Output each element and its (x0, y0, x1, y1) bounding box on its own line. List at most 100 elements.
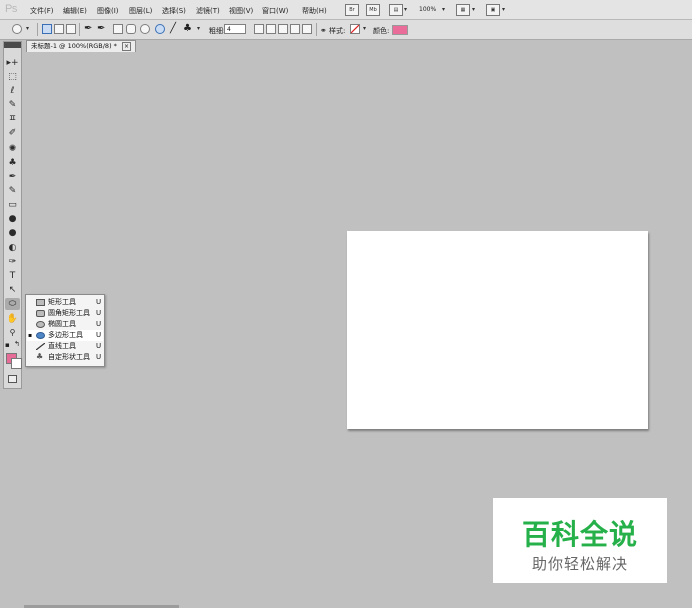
flyout-item-custom-shape[interactable]: ♣ 自定形状工具 U (27, 352, 103, 363)
flyout-item-label: 圆角矩形工具 (48, 309, 90, 317)
menu-help[interactable]: 帮助(H) (302, 6, 327, 16)
dodge-tool-icon[interactable]: ◐ (5, 242, 20, 254)
menu-window[interactable]: 窗口(W) (262, 6, 288, 16)
separator (316, 23, 317, 36)
close-icon[interactable]: × (122, 41, 131, 51)
zoom-tool-icon[interactable]: ⚲ (5, 327, 20, 339)
color-label: 颜色: (373, 27, 390, 35)
line-icon[interactable]: ╱ (170, 23, 176, 34)
background-color-swatch[interactable] (11, 358, 22, 369)
separator (79, 23, 80, 36)
menu-layer[interactable]: 图层(L) (129, 6, 152, 16)
chevron-down-icon[interactable]: ▾ (472, 6, 475, 13)
ps-logo: Ps (5, 3, 17, 15)
gradient-tool-icon[interactable]: ● (5, 213, 20, 225)
healing-brush-tool-icon[interactable]: ✺ (5, 143, 20, 155)
menu-select[interactable]: 选择(S) (162, 6, 186, 16)
eraser-tool-icon[interactable]: ▭ (5, 199, 20, 211)
clone-stamp-tool-icon[interactable]: ✒ (5, 171, 20, 183)
shortcut-key: U (96, 309, 102, 317)
menu-view[interactable]: 视图(V) (229, 6, 253, 16)
toolbox-grip[interactable] (4, 42, 21, 48)
add-mode-icon[interactable] (266, 24, 276, 34)
document-tab[interactable]: 未标题-1 @ 100%(RGB/8) * × (26, 40, 136, 52)
chevron-down-icon[interactable]: ▾ (363, 25, 366, 32)
watermark-title: 百科全说 (521, 518, 638, 551)
subtract-mode-icon[interactable] (278, 24, 288, 34)
pen-tool-icon[interactable]: ✒ (84, 23, 92, 34)
flyout-item-label: 椭圆工具 (48, 320, 76, 328)
ellipse-icon (36, 321, 45, 328)
flyout-item-label: 多边形工具 (48, 331, 83, 339)
chevron-down-icon[interactable]: ▾ (502, 6, 505, 13)
mini-bridge-button[interactable]: Mb (366, 4, 380, 16)
flyout-item-label: 自定形状工具 (48, 353, 90, 361)
marquee-tool-icon[interactable]: ⬚ (5, 71, 20, 83)
custom-shape-icon[interactable]: ♣ (183, 23, 192, 34)
freeform-pen-icon[interactable]: ✒ (97, 23, 105, 34)
menu-image[interactable]: 图像(I) (97, 6, 119, 16)
style-none-icon[interactable] (350, 24, 360, 34)
chevron-down-icon[interactable]: ▾ (404, 6, 407, 13)
view-extras-button[interactable]: ▤ (389, 4, 403, 16)
separator (37, 23, 38, 36)
flyout-item-line[interactable]: 直线工具 U (27, 341, 103, 352)
shape-layers-icon[interactable] (42, 24, 52, 34)
brush-tool-icon[interactable]: ♣ (5, 157, 20, 169)
flyout-item-rectangle[interactable]: 矩形工具 U (27, 297, 103, 308)
link-icon[interactable]: ⚭ (320, 26, 327, 35)
eyedropper-tool-icon[interactable]: ✐ (5, 127, 20, 139)
flyout-item-label: 直线工具 (48, 342, 76, 350)
menu-edit[interactable]: 编辑(E) (63, 6, 87, 16)
custom-shape-icon: ♣ (36, 352, 44, 361)
flyout-item-label: 矩形工具 (48, 298, 76, 306)
swap-colors-icon[interactable]: ↰ (14, 340, 20, 348)
chevron-down-icon[interactable]: ▾ (442, 6, 445, 13)
pen-tool-icon[interactable]: ✑ (5, 256, 20, 268)
flyout-item-polygon[interactable]: ▪ 多边形工具 U (27, 330, 103, 341)
move-tool-icon[interactable]: ▸+ (5, 57, 20, 69)
menu-file[interactable]: 文件(F) (30, 6, 54, 16)
screen-mode-button[interactable]: ▣ (486, 4, 500, 16)
options-bar: ▾ ✒ ✒ ╱ ♣ ▾ 粗细: 4 ⚭ 样式: ▾ 颜色: (0, 20, 692, 40)
quick-selection-tool-icon[interactable]: ✎ (5, 99, 20, 111)
crop-tool-icon[interactable]: ㅍ (5, 113, 20, 125)
exclude-mode-icon[interactable] (302, 24, 312, 34)
path-selection-tool-icon[interactable]: ↖ (5, 284, 20, 296)
lasso-tool-icon[interactable]: ℓ (5, 85, 20, 97)
ellipse-icon[interactable] (140, 24, 150, 34)
no-style-slash-icon (351, 25, 359, 33)
menu-filter[interactable]: 滤镜(T) (196, 6, 220, 16)
shortcut-key: U (96, 298, 102, 306)
style-label: 样式: (329, 27, 346, 35)
document-canvas[interactable] (347, 231, 648, 429)
rounded-rectangle-icon[interactable] (126, 24, 136, 34)
history-brush-tool-icon[interactable]: ✎ (5, 185, 20, 197)
fill-pixels-icon[interactable] (66, 24, 76, 34)
polygon-icon[interactable] (155, 24, 165, 34)
bridge-button[interactable]: Br (345, 4, 359, 16)
rectangle-icon[interactable] (113, 24, 123, 34)
menu-bar: Ps 文件(F) 编辑(E) 图像(I) 图层(L) 选择(S) 滤镜(T) 视… (0, 0, 692, 20)
flyout-item-ellipse[interactable]: 椭圆工具 U (27, 319, 103, 330)
chevron-down-icon[interactable]: ▾ (197, 25, 200, 32)
shape-tool-flyout-menu: 矩形工具 U 圆角矩形工具 U 椭圆工具 U ▪ 多边形工具 U 直线工具 U … (25, 294, 105, 367)
tool-preset-icon[interactable] (12, 24, 22, 34)
color-swatch[interactable] (392, 25, 408, 35)
default-colors-icon[interactable]: ▪ (5, 341, 10, 349)
hand-tool-icon[interactable]: ✋ (5, 313, 20, 325)
quick-mask-icon[interactable] (8, 375, 17, 383)
type-tool-icon[interactable]: T (5, 270, 20, 282)
arrange-documents-button[interactable]: ▦ (456, 4, 470, 16)
zoom-level[interactable]: 100% (419, 6, 436, 13)
blur-tool-icon[interactable]: ● (5, 227, 20, 239)
weight-label: 粗细: (209, 27, 226, 35)
shape-tool-icon[interactable]: ⬭ (5, 298, 20, 310)
paths-icon[interactable] (54, 24, 64, 34)
weight-input[interactable]: 4 (224, 24, 246, 34)
watermark-logo: 百科全说 助你轻松解决 (493, 498, 667, 583)
intersect-mode-icon[interactable] (290, 24, 300, 34)
new-layer-mode-icon[interactable] (254, 24, 264, 34)
flyout-item-rounded-rectangle[interactable]: 圆角矩形工具 U (27, 308, 103, 319)
chevron-down-icon[interactable]: ▾ (26, 25, 29, 32)
